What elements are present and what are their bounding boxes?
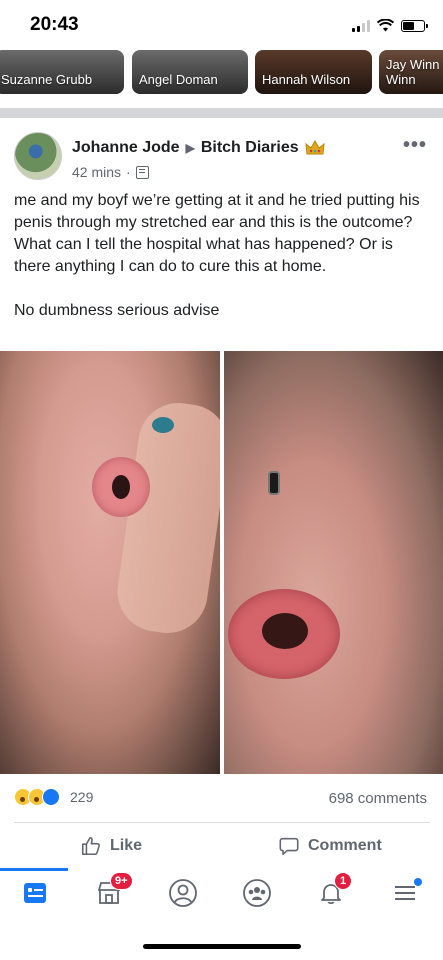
reaction-count: 229 — [70, 789, 94, 805]
status-time: 20:43 — [30, 14, 79, 35]
menu-dot — [414, 878, 422, 886]
reactions-summary[interactable]: 229 — [14, 788, 93, 806]
post-paragraph: No dumbness serious advise — [14, 302, 220, 319]
comments-count[interactable]: 698 comments — [329, 790, 427, 807]
post-meta: 42 mins · — [72, 164, 149, 180]
tab-feed[interactable] — [18, 876, 52, 910]
comment-icon — [279, 837, 299, 856]
section-divider — [0, 108, 443, 118]
groups-icon — [243, 879, 271, 907]
author-avatar[interactable] — [14, 132, 62, 180]
post-text: me and my boyf we’re getting at it and h… — [14, 190, 430, 322]
like-reaction-icon — [42, 788, 60, 806]
story-card[interactable]: Suzanne Grubb — [0, 50, 124, 94]
story-name: Suzanne Grubb — [1, 72, 93, 87]
active-tab-indicator — [0, 868, 68, 871]
post-photo-left[interactable] — [0, 351, 220, 774]
reaction-icons — [14, 788, 60, 806]
feed-icon — [24, 883, 46, 903]
tab-notifications[interactable]: 1 — [314, 872, 352, 910]
like-icon — [81, 836, 100, 856]
signal-icon — [352, 19, 370, 32]
tab-menu[interactable] — [388, 876, 422, 910]
story-name: Angel Doman — [139, 72, 218, 87]
profile-icon — [169, 879, 197, 907]
story-card[interactable]: Jay Winn Winn — [379, 50, 443, 94]
more-icon[interactable]: ••• — [403, 134, 427, 157]
arrow-right-icon: ▶ — [185, 141, 195, 155]
comment-label: Comment — [308, 837, 382, 854]
like-button[interactable]: Like — [80, 835, 142, 857]
tab-profile[interactable] — [166, 876, 200, 910]
status-icons — [352, 19, 428, 32]
comment-button[interactable]: Comment — [278, 835, 382, 857]
group-name[interactable]: Bitch Diaries — [201, 139, 299, 157]
story-card[interactable]: Angel Doman — [132, 50, 248, 94]
battery-icon — [401, 19, 428, 32]
story-card[interactable]: Hannah Wilson — [255, 50, 372, 94]
author-name[interactable]: Johanne Jode — [72, 139, 180, 157]
post-header: Johanne Jode ▶ Bitch Diaries — [72, 139, 325, 157]
like-label: Like — [110, 837, 143, 854]
post-paragraph: me and my boyf we’re getting at it and h… — [14, 192, 420, 275]
tab-marketplace[interactable]: 9+ — [92, 872, 133, 910]
tab-groups[interactable] — [240, 876, 274, 910]
meta-separator: · — [126, 164, 131, 180]
status-bar: 20:43 — [0, 0, 443, 48]
post-time[interactable]: 42 mins — [72, 164, 121, 180]
home-indicator[interactable] — [143, 944, 301, 949]
crown-icon — [305, 140, 325, 155]
marketplace-badge: 9+ — [110, 872, 133, 890]
stories-strip[interactable]: Suzanne Grubb Angel Doman Hannah Wilson … — [0, 50, 443, 96]
wifi-icon — [377, 19, 394, 32]
notifications-badge: 1 — [334, 872, 352, 890]
bottom-tab-bar: 9+ 1 — [0, 868, 443, 918]
actions-divider — [14, 822, 430, 823]
post-photo-right[interactable] — [224, 351, 443, 774]
audience-icon[interactable] — [135, 165, 149, 179]
story-name: Hannah Wilson — [262, 72, 351, 87]
story-name: Jay Winn Winn — [386, 57, 440, 87]
